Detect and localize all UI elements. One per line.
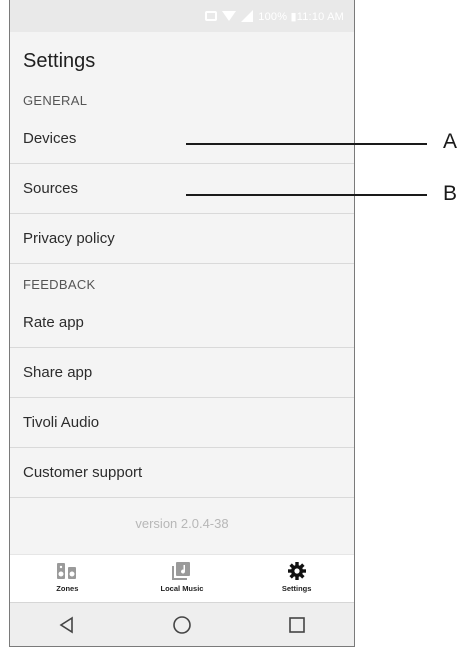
status-bar: 100% ▮11:10 AM (10, 0, 354, 32)
tab-settings[interactable]: Settings (247, 555, 347, 603)
tab-local-music[interactable]: Local Music (132, 555, 232, 603)
section-header-feedback: FEEDBACK (23, 277, 96, 292)
signal-icon (241, 10, 254, 22)
status-text: 100% ▮11:10 AM (258, 10, 344, 23)
page-title: Settings (23, 50, 96, 72)
settings-item-tivoli-audio[interactable]: Tivoli Audio (10, 398, 354, 448)
vibrate-icon (205, 11, 218, 21)
settings-item-privacy-policy[interactable]: Privacy policy (10, 214, 354, 264)
settings-item-customer-support[interactable]: Customer support (10, 448, 354, 498)
recents-icon[interactable] (277, 610, 317, 640)
tab-zones[interactable]: Zones (17, 555, 117, 603)
version-label: version 2.0.4-38 (135, 516, 229, 531)
tab-settings-label: Settings (281, 584, 312, 593)
callout-label-b: B (443, 182, 458, 205)
callout-line-b (186, 194, 427, 196)
wifi-icon (222, 11, 237, 21)
system-nav-bar (10, 602, 354, 646)
tab-zones-label: Zones (56, 584, 79, 593)
phone-screen: 100% ▮11:10 AM Settings GENERAL Devices … (9, 0, 355, 647)
settings-content: Settings GENERAL Devices Sources Privacy… (10, 32, 354, 554)
section-header-general: GENERAL (23, 93, 88, 108)
settings-item-sources[interactable]: Sources (10, 164, 354, 214)
tab-local-music-label: Local Music (160, 584, 204, 593)
settings-item-devices[interactable]: Devices (10, 114, 354, 164)
settings-item-share-app[interactable]: Share app (10, 348, 354, 398)
gear-icon (287, 561, 307, 581)
music-library-icon (171, 561, 193, 581)
settings-item-rate-app[interactable]: Rate app (10, 298, 354, 348)
callout-line-a (186, 143, 427, 145)
speakers-icon (56, 561, 78, 581)
callout-label-a: A (443, 130, 458, 153)
home-icon[interactable] (162, 610, 202, 640)
back-icon[interactable] (47, 610, 87, 640)
bottom-nav: Zones Local Music Settings (10, 554, 354, 603)
